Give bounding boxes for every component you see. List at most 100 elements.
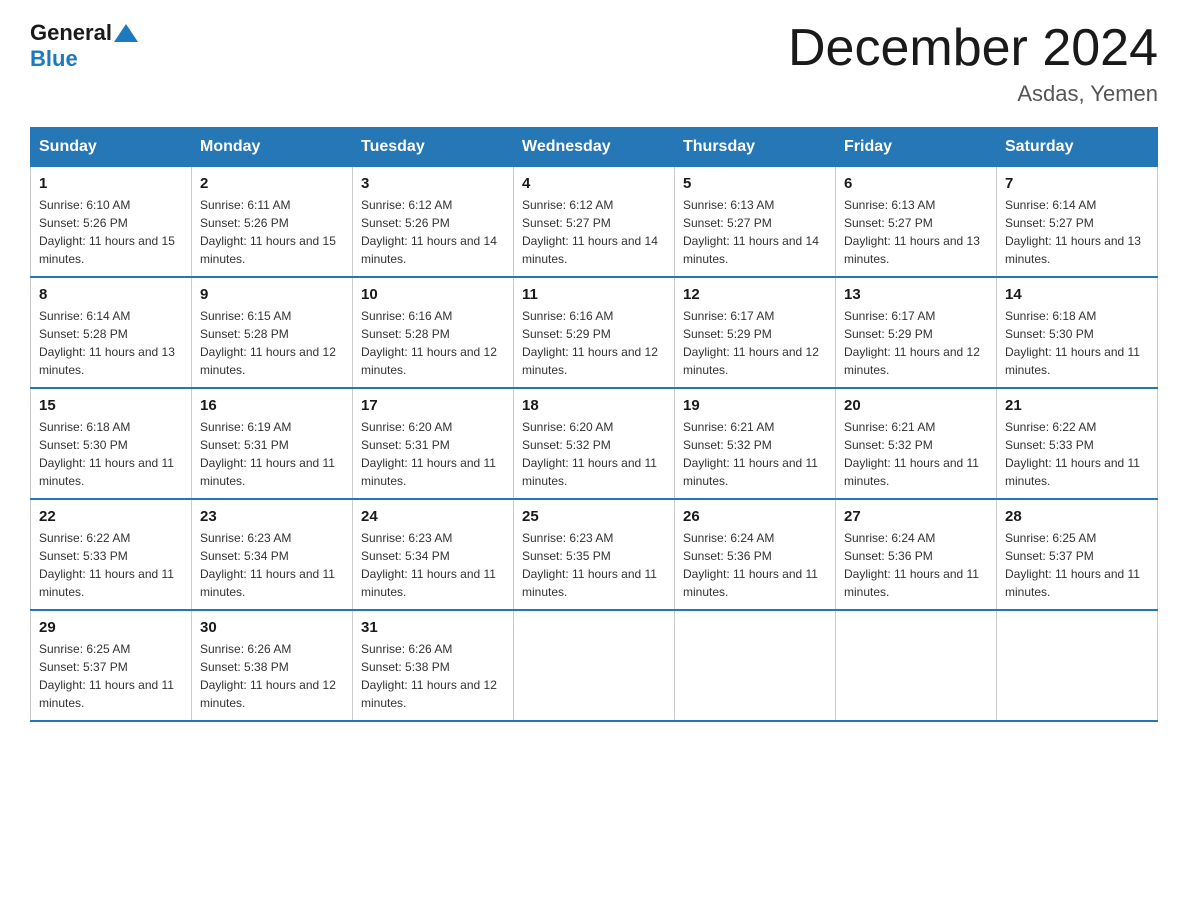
calendar-cell: 8 Sunrise: 6:14 AMSunset: 5:28 PMDaylight…: [31, 277, 192, 388]
day-number: 30: [200, 619, 344, 636]
day-info: Sunrise: 6:15 AMSunset: 5:28 PMDaylight:…: [200, 307, 344, 379]
day-number: 8: [39, 286, 183, 303]
day-number: 19: [683, 397, 827, 414]
calendar-cell: 2 Sunrise: 6:11 AMSunset: 5:26 PMDaylight…: [192, 167, 353, 278]
calendar-week-row: 8 Sunrise: 6:14 AMSunset: 5:28 PMDaylight…: [31, 277, 1158, 388]
calendar-cell: 26 Sunrise: 6:24 AMSunset: 5:36 PMDayligh…: [675, 499, 836, 610]
page-header: General Blue December 2024 Asdas, Yemen: [30, 20, 1158, 107]
header-thursday: Thursday: [675, 128, 836, 167]
calendar-week-row: 15Sunrise: 6:18 AMSunset: 5:30 PMDayligh…: [31, 388, 1158, 499]
calendar-cell: 1 Sunrise: 6:10 AMSunset: 5:26 PMDaylight…: [31, 167, 192, 278]
day-info: Sunrise: 6:13 AMSunset: 5:27 PMDaylight:…: [683, 196, 827, 268]
calendar-cell: 15Sunrise: 6:18 AMSunset: 5:30 PMDayligh…: [31, 388, 192, 499]
header-monday: Monday: [192, 128, 353, 167]
day-number: 18: [522, 397, 666, 414]
calendar-cell: 18 Sunrise: 6:20 AMSunset: 5:32 PMDayligh…: [514, 388, 675, 499]
day-info: Sunrise: 6:13 AMSunset: 5:27 PMDaylight:…: [844, 196, 988, 268]
header-wednesday: Wednesday: [514, 128, 675, 167]
logo-text: General: [30, 20, 140, 46]
day-number: 24: [361, 508, 505, 525]
day-number: 7: [1005, 175, 1149, 192]
day-info: Sunrise: 6:25 AMSunset: 5:37 PMDaylight:…: [1005, 529, 1149, 601]
title-area: December 2024 Asdas, Yemen: [788, 20, 1158, 107]
header-saturday: Saturday: [997, 128, 1158, 167]
day-info: Sunrise: 6:17 AMSunset: 5:29 PMDaylight:…: [844, 307, 988, 379]
logo-blue: Blue: [30, 46, 78, 71]
day-number: 1: [39, 175, 183, 192]
day-info: Sunrise: 6:17 AMSunset: 5:29 PMDaylight:…: [683, 307, 827, 379]
header-sunday: Sunday: [31, 128, 192, 167]
logo-blue-text: Blue: [30, 46, 78, 72]
day-info: Sunrise: 6:23 AMSunset: 5:34 PMDaylight:…: [200, 529, 344, 601]
day-number: 27: [844, 508, 988, 525]
calendar-cell: 12 Sunrise: 6:17 AMSunset: 5:29 PMDayligh…: [675, 277, 836, 388]
day-info: Sunrise: 6:21 AMSunset: 5:32 PMDaylight:…: [683, 418, 827, 490]
calendar-cell: 17Sunrise: 6:20 AMSunset: 5:31 PMDayligh…: [353, 388, 514, 499]
header-friday: Friday: [836, 128, 997, 167]
calendar-cell: [675, 610, 836, 721]
calendar-cell: 25Sunrise: 6:23 AMSunset: 5:35 PMDayligh…: [514, 499, 675, 610]
calendar-week-row: 1 Sunrise: 6:10 AMSunset: 5:26 PMDaylight…: [31, 167, 1158, 278]
day-info: Sunrise: 6:26 AMSunset: 5:38 PMDaylight:…: [200, 640, 344, 712]
calendar-cell: 4Sunrise: 6:12 AMSunset: 5:27 PMDaylight…: [514, 167, 675, 278]
day-info: Sunrise: 6:16 AMSunset: 5:28 PMDaylight:…: [361, 307, 505, 379]
logo-triangle-icon: [114, 24, 138, 42]
day-info: Sunrise: 6:20 AMSunset: 5:32 PMDaylight:…: [522, 418, 666, 490]
day-number: 12: [683, 286, 827, 303]
calendar-title: December 2024: [788, 20, 1158, 77]
day-number: 20: [844, 397, 988, 414]
day-info: Sunrise: 6:22 AMSunset: 5:33 PMDaylight:…: [39, 529, 183, 601]
day-number: 10: [361, 286, 505, 303]
calendar-cell: [997, 610, 1158, 721]
day-info: Sunrise: 6:22 AMSunset: 5:33 PMDaylight:…: [1005, 418, 1149, 490]
day-info: Sunrise: 6:19 AMSunset: 5:31 PMDaylight:…: [200, 418, 344, 490]
calendar-cell: 3Sunrise: 6:12 AMSunset: 5:26 PMDaylight…: [353, 167, 514, 278]
day-number: 6: [844, 175, 988, 192]
calendar-cell: 9 Sunrise: 6:15 AMSunset: 5:28 PMDaylight…: [192, 277, 353, 388]
day-number: 17: [361, 397, 505, 414]
day-number: 31: [361, 619, 505, 636]
day-number: 15: [39, 397, 183, 414]
day-number: 11: [522, 286, 666, 303]
day-number: 22: [39, 508, 183, 525]
calendar-cell: 13 Sunrise: 6:17 AMSunset: 5:29 PMDayligh…: [836, 277, 997, 388]
header-tuesday: Tuesday: [353, 128, 514, 167]
calendar-cell: 31 Sunrise: 6:26 AMSunset: 5:38 PMDayligh…: [353, 610, 514, 721]
day-number: 13: [844, 286, 988, 303]
day-info: Sunrise: 6:18 AMSunset: 5:30 PMDaylight:…: [1005, 307, 1149, 379]
day-info: Sunrise: 6:26 AMSunset: 5:38 PMDaylight:…: [361, 640, 505, 712]
day-number: 28: [1005, 508, 1149, 525]
calendar-cell: 21Sunrise: 6:22 AMSunset: 5:33 PMDayligh…: [997, 388, 1158, 499]
day-number: 5: [683, 175, 827, 192]
day-number: 23: [200, 508, 344, 525]
calendar-cell: 10 Sunrise: 6:16 AMSunset: 5:28 PMDayligh…: [353, 277, 514, 388]
day-info: Sunrise: 6:21 AMSunset: 5:32 PMDaylight:…: [844, 418, 988, 490]
day-info: Sunrise: 6:24 AMSunset: 5:36 PMDaylight:…: [844, 529, 988, 601]
calendar-cell: 20 Sunrise: 6:21 AMSunset: 5:32 PMDayligh…: [836, 388, 997, 499]
calendar-cell: 5 Sunrise: 6:13 AMSunset: 5:27 PMDaylight…: [675, 167, 836, 278]
logo-general: General: [30, 20, 112, 46]
calendar-cell: 23 Sunrise: 6:23 AMSunset: 5:34 PMDayligh…: [192, 499, 353, 610]
day-info: Sunrise: 6:23 AMSunset: 5:34 PMDaylight:…: [361, 529, 505, 601]
day-number: 3: [361, 175, 505, 192]
day-number: 29: [39, 619, 183, 636]
day-info: Sunrise: 6:24 AMSunset: 5:36 PMDaylight:…: [683, 529, 827, 601]
calendar-header-row: SundayMondayTuesdayWednesdayThursdayFrid…: [31, 128, 1158, 167]
calendar-cell: [514, 610, 675, 721]
calendar-cell: 29 Sunrise: 6:25 AMSunset: 5:37 PMDayligh…: [31, 610, 192, 721]
day-number: 26: [683, 508, 827, 525]
day-info: Sunrise: 6:10 AMSunset: 5:26 PMDaylight:…: [39, 196, 183, 268]
calendar-cell: 11Sunrise: 6:16 AMSunset: 5:29 PMDayligh…: [514, 277, 675, 388]
calendar-table: SundayMondayTuesdayWednesdayThursdayFrid…: [30, 127, 1158, 722]
calendar-cell: 16 Sunrise: 6:19 AMSunset: 5:31 PMDayligh…: [192, 388, 353, 499]
day-number: 14: [1005, 286, 1149, 303]
day-number: 16: [200, 397, 344, 414]
day-number: 9: [200, 286, 344, 303]
day-info: Sunrise: 6:11 AMSunset: 5:26 PMDaylight:…: [200, 196, 344, 268]
day-info: Sunrise: 6:14 AMSunset: 5:28 PMDaylight:…: [39, 307, 183, 379]
day-info: Sunrise: 6:23 AMSunset: 5:35 PMDaylight:…: [522, 529, 666, 601]
day-info: Sunrise: 6:25 AMSunset: 5:37 PMDaylight:…: [39, 640, 183, 712]
day-number: 2: [200, 175, 344, 192]
calendar-cell: [836, 610, 997, 721]
calendar-cell: 27 Sunrise: 6:24 AMSunset: 5:36 PMDayligh…: [836, 499, 997, 610]
